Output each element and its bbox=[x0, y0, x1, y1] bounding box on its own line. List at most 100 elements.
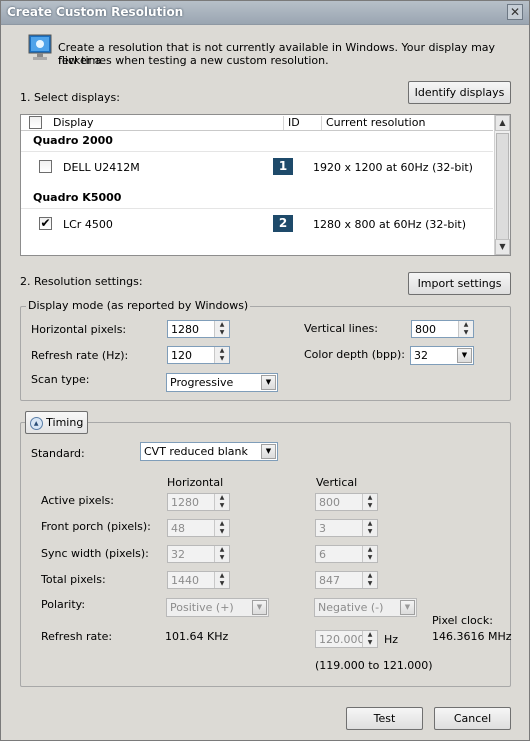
color-depth-dropdown[interactable]: 32 ▼ bbox=[410, 346, 474, 365]
spin-up-icon: ▲ bbox=[367, 572, 373, 579]
spin-down-icon: ▼ bbox=[367, 554, 373, 561]
active-pixels-v-value: 800 bbox=[319, 496, 340, 509]
spin-down-icon: ▼ bbox=[219, 554, 225, 561]
total-pixels-label: Total pixels: bbox=[41, 573, 106, 586]
sync-width-v-value: 6 bbox=[319, 548, 326, 561]
spin-up-icon[interactable]: ▲ bbox=[215, 321, 229, 329]
test-button[interactable]: Test bbox=[346, 707, 423, 730]
spin-down-icon: ▼ bbox=[367, 528, 373, 535]
horizontal-column-heading: Horizontal bbox=[167, 476, 224, 489]
timing-refresh-rate-label: Refresh rate: bbox=[41, 630, 113, 643]
resolution-settings-heading: 2. Resolution settings: bbox=[20, 275, 143, 288]
select-displays-heading: 1. Select displays: bbox=[20, 91, 120, 104]
vertical-column-heading: Vertical bbox=[316, 476, 358, 489]
spin-up-icon[interactable]: ▲ bbox=[215, 347, 229, 355]
active-pixels-v-spinner: 800 ▲ ▼ bbox=[315, 493, 378, 511]
polarity-v-dropdown: Negative (-) ▼ bbox=[314, 598, 417, 617]
refresh-rate-spinner[interactable]: 120 ▲ ▼ bbox=[167, 346, 230, 364]
refresh-rate-value: 120 bbox=[171, 349, 192, 362]
group-name: Quadro 2000 bbox=[33, 134, 113, 147]
group-name: Quadro K5000 bbox=[33, 191, 122, 204]
spin-up-icon[interactable]: ▲ bbox=[459, 321, 473, 329]
spin-down-icon: ▼ bbox=[367, 502, 373, 509]
horizontal-pixels-value: 1280 bbox=[171, 323, 199, 336]
spin-up-icon: ▲ bbox=[367, 631, 373, 638]
check-icon: ✔ bbox=[40, 216, 51, 230]
display-id-badge: 2 bbox=[273, 215, 293, 232]
displays-list[interactable]: Display ID Current resolution Quadro 200… bbox=[20, 114, 511, 256]
identify-displays-button[interactable]: Identify displays bbox=[408, 81, 511, 104]
spin-up-icon: ▲ bbox=[219, 546, 225, 553]
spin-down-icon[interactable]: ▼ bbox=[215, 355, 229, 363]
scan-type-value: Progressive bbox=[170, 376, 234, 389]
chevron-down-icon[interactable]: ▼ bbox=[457, 348, 472, 363]
spin-down-icon: ▼ bbox=[219, 580, 225, 587]
total-pixels-h-spinner: 1440 ▲ ▼ bbox=[167, 571, 230, 589]
display-checkbox[interactable] bbox=[39, 160, 52, 173]
refresh-range: (119.000 to 121.000) bbox=[315, 659, 433, 672]
pixel-clock-value: 146.3616 MHz bbox=[432, 630, 512, 643]
timing-label: Timing bbox=[46, 416, 84, 429]
spin-down-icon: ▼ bbox=[367, 639, 373, 646]
column-display[interactable]: Display bbox=[49, 116, 284, 130]
total-pixels-v-value: 847 bbox=[319, 574, 340, 587]
spin-up-icon: ▲ bbox=[219, 520, 225, 527]
spin-down-icon[interactable]: ▼ bbox=[215, 329, 229, 337]
column-id[interactable]: ID bbox=[284, 116, 322, 130]
standard-label: Standard: bbox=[31, 447, 85, 460]
display-checkbox-checked[interactable]: ✔ bbox=[39, 217, 52, 230]
total-pixels-v-spinner: 847 ▲ ▼ bbox=[315, 571, 378, 589]
polarity-h-dropdown: Positive (+) ▼ bbox=[166, 598, 269, 617]
vertical-lines-spinner[interactable]: 800 ▲ ▼ bbox=[411, 320, 474, 338]
cancel-button[interactable]: Cancel bbox=[434, 707, 511, 730]
active-pixels-h-value: 1280 bbox=[171, 496, 199, 509]
sync-width-v-spinner: 6 ▲ ▼ bbox=[315, 545, 378, 563]
scroll-down-icon[interactable]: ▼ bbox=[495, 239, 510, 255]
scroll-thumb[interactable] bbox=[496, 133, 509, 241]
display-id-badge: 1 bbox=[273, 158, 293, 175]
display-name: LCr 4500 bbox=[63, 218, 113, 231]
chevron-down-icon[interactable]: ▼ bbox=[261, 375, 276, 390]
title-bar[interactable]: Create Custom Resolution ✕ bbox=[1, 1, 529, 25]
scan-type-label: Scan type: bbox=[31, 373, 90, 386]
display-resolution: 1280 x 800 at 60Hz (32-bit) bbox=[313, 218, 466, 231]
window-title: Create Custom Resolution bbox=[7, 5, 184, 19]
list-scrollbar[interactable]: ▲ ▼ bbox=[494, 115, 510, 255]
spin-up-icon: ▲ bbox=[367, 494, 373, 501]
timing-toggle-button[interactable]: ▲ Timing bbox=[25, 411, 88, 434]
display-mode-legend: Display mode (as reported by Windows) bbox=[26, 299, 251, 312]
spin-down-icon: ▼ bbox=[219, 502, 225, 509]
close-icon: ✕ bbox=[509, 5, 521, 19]
front-porch-h-value: 48 bbox=[171, 522, 185, 535]
horizontal-pixels-spinner[interactable]: 1280 ▲ ▼ bbox=[167, 320, 230, 338]
refresh-unit: Hz bbox=[384, 633, 399, 646]
chevron-down-icon[interactable]: ▼ bbox=[261, 444, 276, 459]
display-name: DELL U2412M bbox=[63, 161, 140, 174]
spin-down-icon: ▼ bbox=[367, 580, 373, 587]
color-depth-label: Color depth (bpp): bbox=[304, 348, 405, 361]
create-custom-resolution-window: Create Custom Resolution ✕ Create a reso… bbox=[0, 0, 530, 741]
standard-dropdown[interactable]: CVT reduced blank ▼ bbox=[140, 442, 278, 461]
color-depth-value: 32 bbox=[414, 349, 428, 362]
horizontal-refresh-value: 101.64 KHz bbox=[165, 630, 229, 643]
polarity-v-value: Negative (-) bbox=[318, 601, 384, 614]
polarity-label: Polarity: bbox=[41, 598, 86, 611]
intro-text-line2: few times when testing a new custom reso… bbox=[58, 54, 329, 67]
spin-up-icon: ▲ bbox=[367, 520, 373, 527]
spin-down-icon[interactable]: ▼ bbox=[459, 329, 473, 337]
scroll-up-icon[interactable]: ▲ bbox=[495, 115, 510, 131]
refresh-rate-label: Refresh rate (Hz): bbox=[31, 349, 129, 362]
import-settings-button[interactable]: Import settings bbox=[408, 272, 511, 295]
chevron-down-icon: ▼ bbox=[400, 600, 415, 615]
close-button[interactable]: ✕ bbox=[507, 4, 523, 20]
sync-width-label: Sync width (pixels): bbox=[41, 547, 149, 560]
front-porch-v-value: 3 bbox=[319, 522, 326, 535]
spin-up-icon: ▲ bbox=[219, 572, 225, 579]
display-resolution: 1920 x 1200 at 60Hz (32-bit) bbox=[313, 161, 473, 174]
select-all-checkbox[interactable] bbox=[29, 116, 42, 129]
vertical-refresh-spinner: 120.000 ▲ ▼ bbox=[315, 630, 378, 648]
column-resolution[interactable]: Current resolution bbox=[322, 116, 493, 130]
chevron-down-icon: ▼ bbox=[252, 600, 267, 615]
scan-type-dropdown[interactable]: Progressive ▼ bbox=[166, 373, 278, 392]
sync-width-h-value: 32 bbox=[171, 548, 185, 561]
